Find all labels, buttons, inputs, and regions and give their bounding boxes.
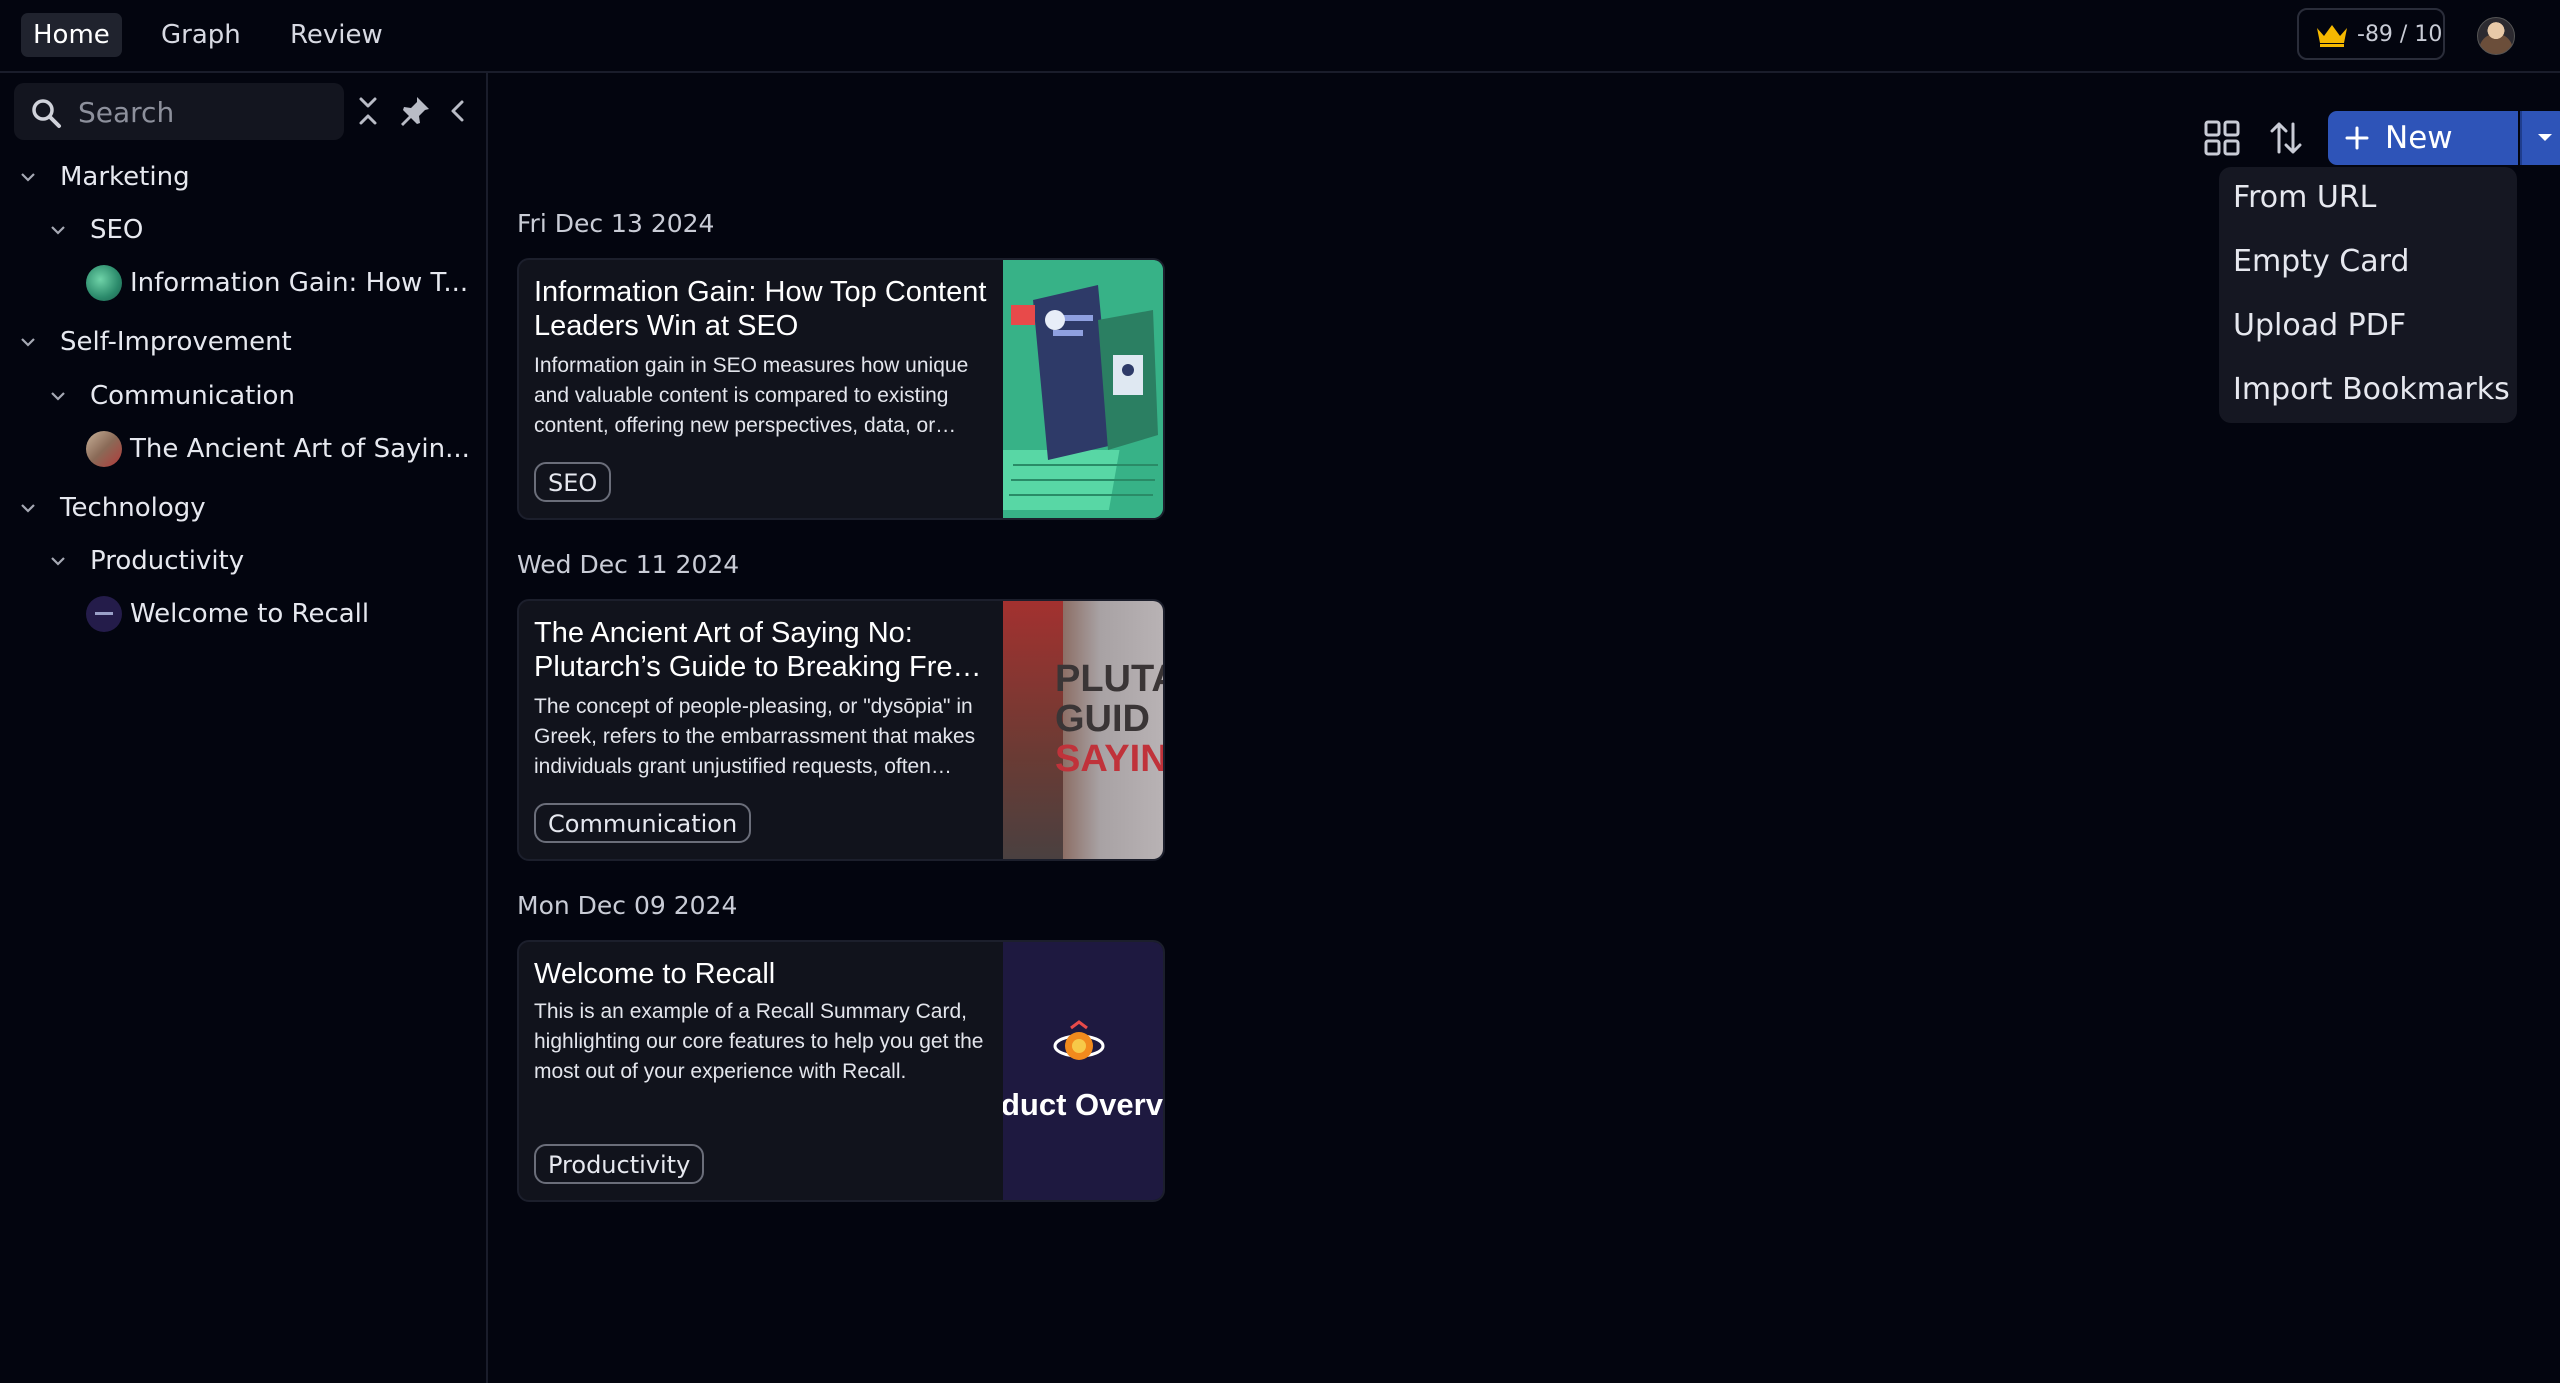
card-title: Information Gain: How Top Content Leader…: [534, 276, 987, 342]
menu-item-import-bookmarks[interactable]: Import Bookmarks: [2233, 370, 2510, 410]
chevron-down-icon[interactable]: [18, 498, 38, 518]
search-input[interactable]: [76, 92, 335, 132]
card-image: PLUTA GUID SAYIN: [1003, 601, 1165, 859]
top-bar: Home Graph Review -89 / 10: [0, 0, 2560, 73]
card-description: Information gain in SEO measures how uni…: [534, 354, 969, 437]
new-menu: From URL Empty Card Upload PDF Import Bo…: [2219, 167, 2517, 423]
new-dropdown-toggle[interactable]: [2520, 111, 2560, 165]
card-image: duct Overv: [1003, 942, 1163, 1200]
caret-down-icon: [2538, 134, 2552, 141]
card-information-gain[interactable]: Information Gain: How Top Content Leader…: [517, 258, 1165, 520]
image-text-line: SAYIN: [1055, 738, 1165, 780]
tree-item-welcome-to-recall[interactable]: Welcome to Recall: [130, 592, 369, 636]
credits-text: -89 / 10: [2357, 22, 2443, 47]
card-description: The concept of people-pleasing, or "dysō…: [534, 695, 976, 778]
plus-icon: [2345, 126, 2369, 150]
sidebar: Marketing SEO Information Gain: How T...…: [0, 73, 488, 1383]
chevron-down-icon[interactable]: [18, 167, 38, 187]
recall-logo-icon: [1053, 1020, 1105, 1060]
menu-item-from-url[interactable]: From URL: [2233, 178, 2376, 218]
new-button[interactable]: New: [2328, 111, 2518, 165]
tab-graph[interactable]: Graph: [149, 13, 253, 57]
image-text-line: GUID: [1055, 698, 1150, 740]
tree-item-ancient-art[interactable]: The Ancient Art of Sayin...: [130, 427, 470, 471]
tree-item-marketing[interactable]: Marketing: [60, 155, 190, 199]
menu-item-upload-pdf[interactable]: Upload PDF: [2233, 306, 2406, 346]
grid-view-icon[interactable]: [2202, 118, 2242, 158]
chevron-down-icon[interactable]: [18, 332, 38, 352]
card-tag[interactable]: SEO: [534, 462, 612, 502]
pin-icon[interactable]: [397, 93, 433, 129]
tree-item-productivity[interactable]: Productivity: [90, 539, 244, 583]
card-description: This is an example of a Recall Summary C…: [534, 1000, 984, 1083]
chevron-down-icon[interactable]: [48, 551, 68, 571]
tree-item-information-gain[interactable]: Information Gain: How T...: [130, 261, 468, 305]
tree-item-self-improvement[interactable]: Self-Improvement: [60, 320, 292, 364]
card-thumbnail: [86, 265, 122, 301]
tree-item-communication[interactable]: Communication: [90, 374, 295, 418]
collapse-sidebar-icon[interactable]: [440, 93, 476, 129]
image-text: duct Overv: [1003, 1087, 1163, 1122]
chevron-down-icon[interactable]: [48, 220, 68, 240]
search-icon: [32, 99, 61, 128]
card-image: [1003, 260, 1163, 518]
tree-item-seo[interactable]: SEO: [90, 208, 143, 252]
card-thumbnail: [86, 431, 122, 467]
card-tag[interactable]: Productivity: [534, 1144, 705, 1184]
menu-item-empty-card[interactable]: Empty Card: [2233, 242, 2409, 282]
sort-icon[interactable]: [2266, 118, 2306, 158]
chevron-down-icon[interactable]: [48, 386, 68, 406]
card-tag[interactable]: Communication: [534, 803, 752, 843]
tree-item-technology[interactable]: Technology: [60, 486, 206, 530]
collapse-all-icon[interactable]: [350, 93, 386, 129]
date-heading: Fri Dec 13 2024: [517, 209, 715, 238]
image-text-line: PLUTA: [1055, 658, 1163, 700]
card-ancient-art[interactable]: The Ancient Art of Saying No: Plutarch’s…: [517, 599, 1165, 861]
card-welcome-to-recall[interactable]: Welcome to Recall This is an example of …: [517, 940, 1165, 1202]
search-box[interactable]: [14, 83, 344, 140]
crown-icon: [2317, 25, 2347, 47]
date-heading: Wed Dec 11 2024: [517, 550, 740, 579]
tab-review[interactable]: Review: [278, 13, 395, 57]
tab-home[interactable]: Home: [21, 13, 122, 57]
new-button-label: New: [2385, 120, 2453, 156]
card-title: Welcome to Recall: [534, 958, 776, 990]
card-title: The Ancient Art of Saying No: Plutarch’s…: [534, 617, 982, 683]
date-heading: Mon Dec 09 2024: [517, 891, 738, 920]
credits-badge[interactable]: -89 / 10: [2297, 8, 2445, 60]
avatar[interactable]: [2477, 17, 2515, 55]
card-thumbnail: [86, 596, 122, 632]
